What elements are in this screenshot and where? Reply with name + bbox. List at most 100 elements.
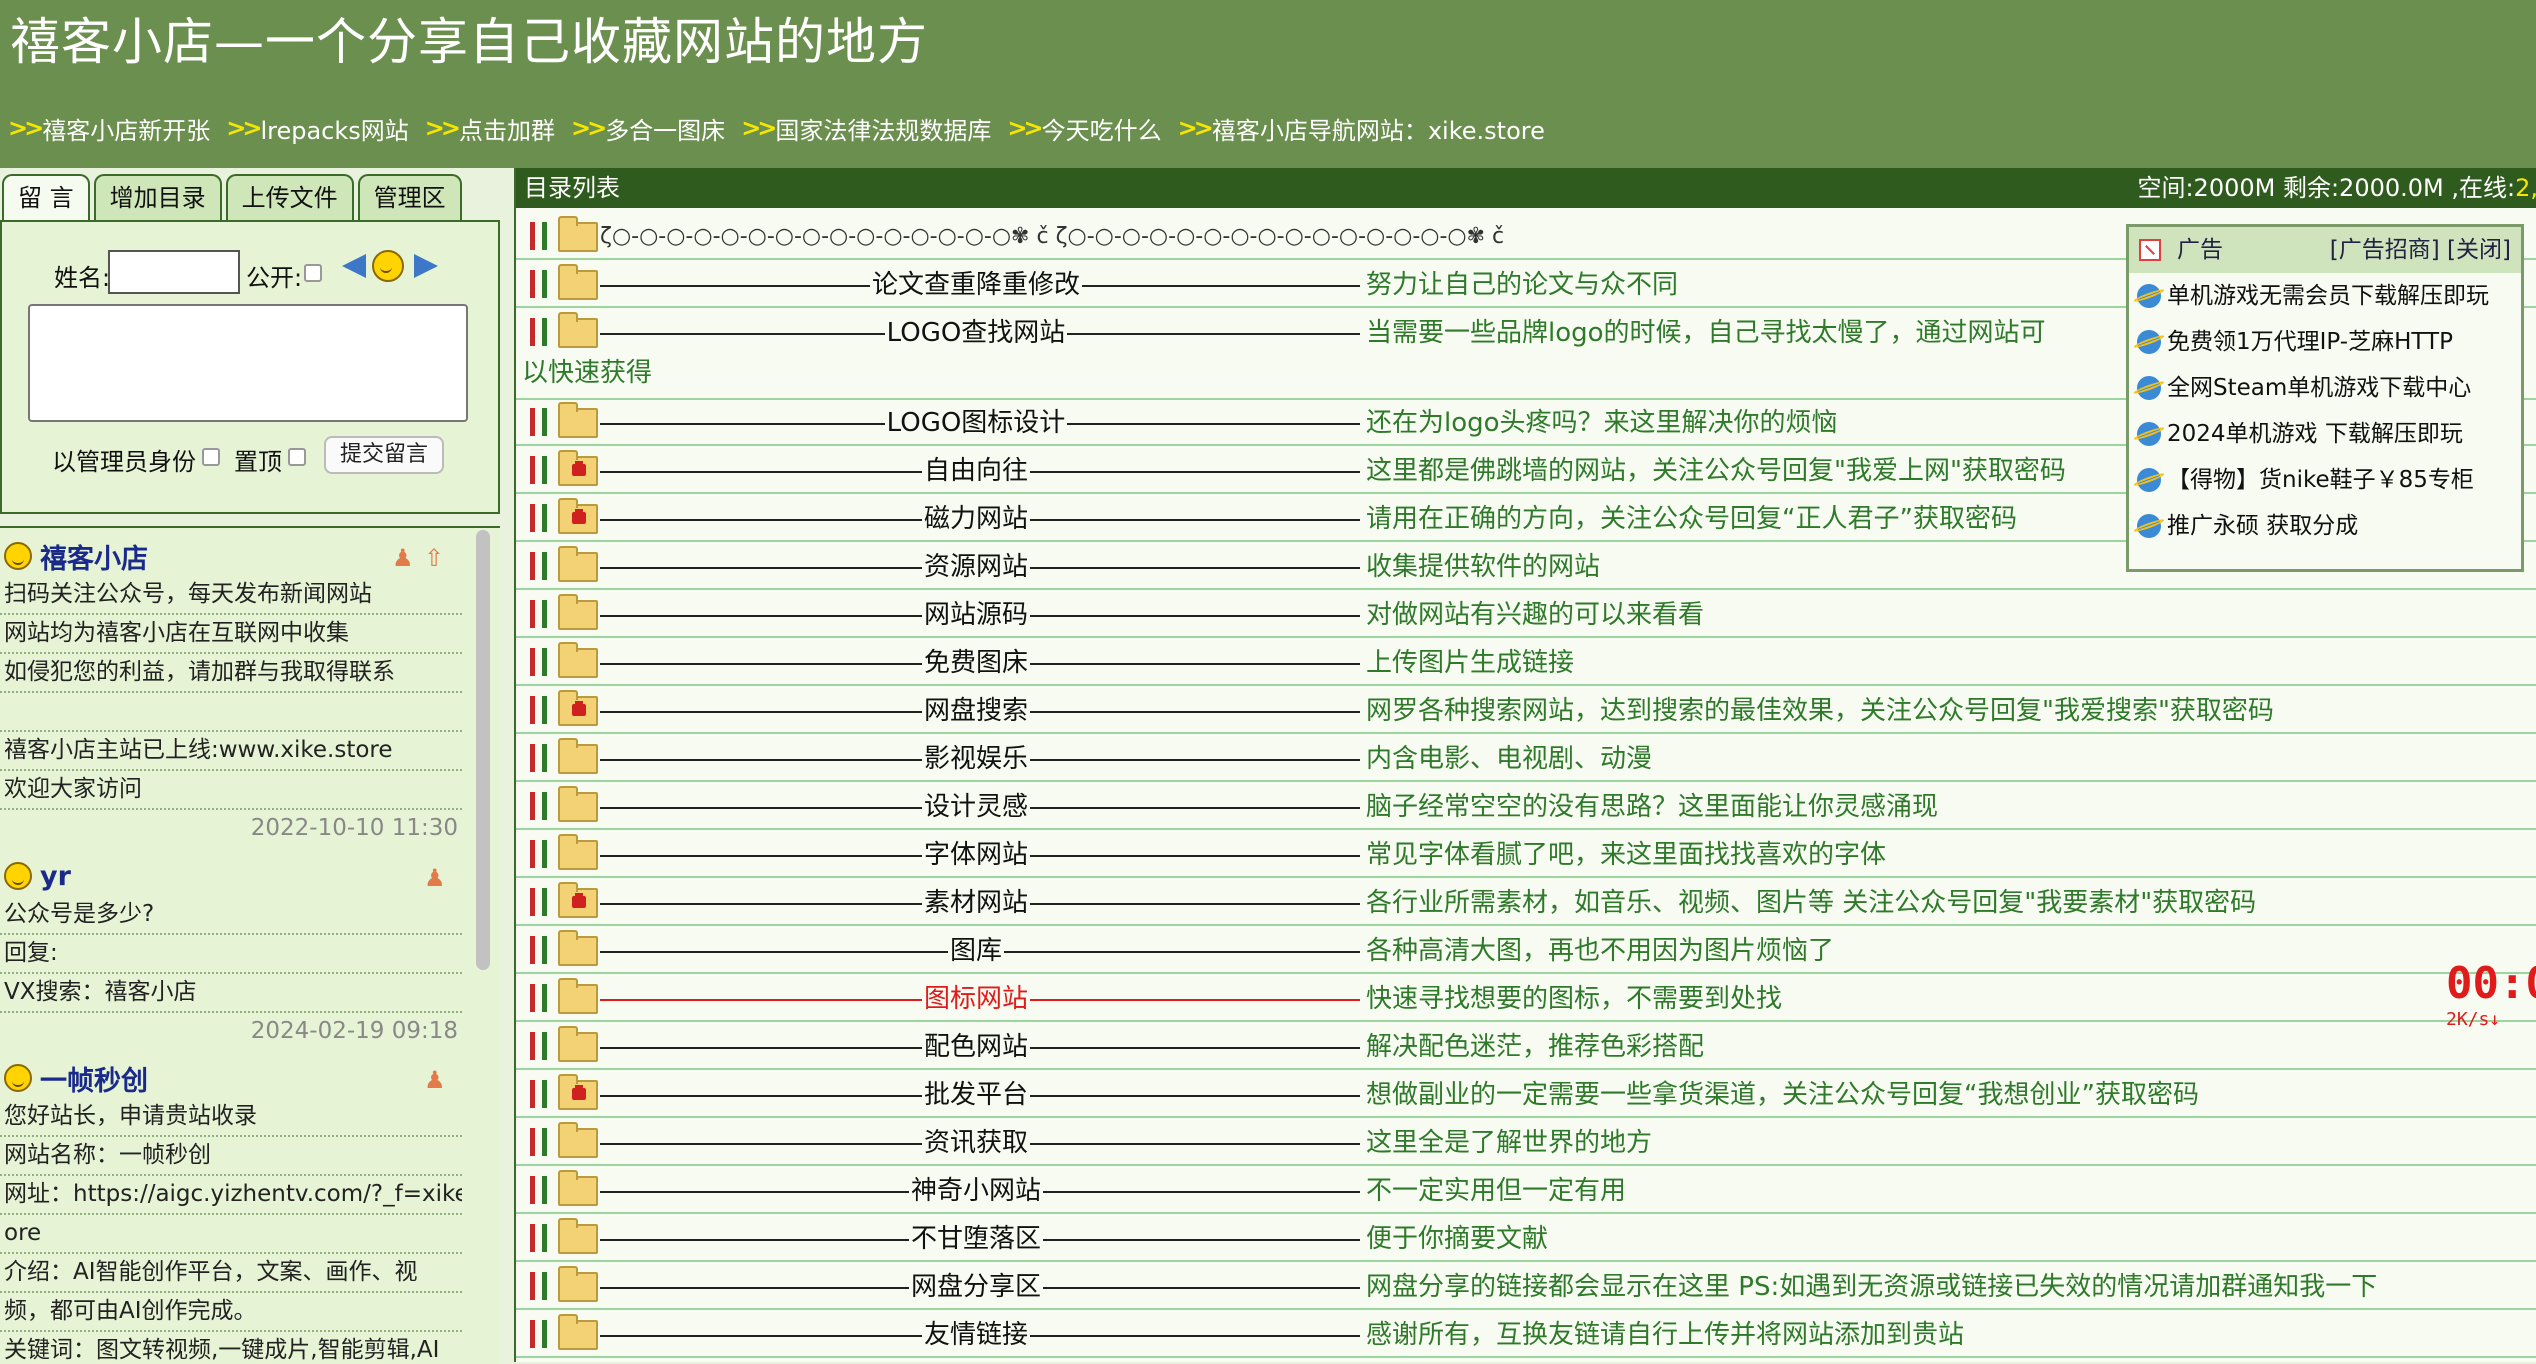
folder-icon[interactable] <box>558 978 598 1014</box>
folder-icon[interactable] <box>558 402 598 438</box>
prev-arrow-icon[interactable] <box>340 252 368 280</box>
sort-arrows-icon[interactable] <box>524 316 556 348</box>
folder-icon[interactable] <box>558 594 598 630</box>
directory-row[interactable]: 不甘堕落区 便于你摘要文献 <box>516 1216 2536 1262</box>
directory-row[interactable]: 素材网站 各行业所需素材，如音乐、视频、图片等 关注公众号回复"我要素材"获取密码 <box>516 880 2536 926</box>
folder-icon[interactable] <box>558 930 598 966</box>
directory-row[interactable]: 批发平台 想做副业的一定需要一些拿货渠道，关注公众号回复“我想创业”获取密码 <box>516 1072 2536 1118</box>
nav-link-image-host[interactable]: >> 多合一图床 <box>571 111 725 146</box>
directory-link[interactable]: 资源网站 <box>726 544 1226 588</box>
directory-link[interactable]: 友情链接 <box>726 1312 1226 1356</box>
folder-icon[interactable] <box>558 1218 598 1254</box>
folder-icon[interactable] <box>558 216 598 252</box>
user-icon[interactable]: ♟ <box>424 1066 446 1094</box>
folder-icon[interactable] <box>558 1026 598 1062</box>
directory-row[interactable]: 配色网站 解决配色迷茫，推荐色彩搭配 <box>516 1024 2536 1070</box>
sort-arrows-icon[interactable] <box>524 934 556 966</box>
user-icon[interactable]: ♟ <box>392 544 414 572</box>
nav-link-join-group[interactable]: >> 点击加群 <box>425 111 555 146</box>
nav-link-law-db[interactable]: >> 国家法律法规数据库 <box>741 111 991 146</box>
sort-arrows-icon[interactable] <box>524 406 556 438</box>
directory-row[interactable]: 资讯获取 这里全是了解世界的地方 <box>516 1120 2536 1166</box>
directory-link[interactable]: 配色网站 <box>726 1024 1226 1068</box>
directory-link[interactable]: 网盘搜索 <box>726 688 1226 732</box>
next-arrow-icon[interactable] <box>412 252 440 280</box>
message-scrollbar[interactable] <box>476 530 490 970</box>
sort-arrows-icon[interactable] <box>524 1078 556 1110</box>
nav-link-nav-site[interactable]: >> 禧客小店导航网站：xike.store <box>1178 111 1545 146</box>
locked-folder-icon[interactable] <box>558 498 598 534</box>
locked-folder-icon[interactable] <box>558 690 598 726</box>
directory-row[interactable]: 免费图床 上传图片生成链接 <box>516 640 2536 686</box>
nav-link-lrepacks[interactable]: >> lrepacks网站 <box>226 111 409 146</box>
directory-link[interactable]: 论文查重降重修改 <box>726 262 1226 306</box>
pin-top-checkbox[interactable] <box>288 448 306 466</box>
folder-icon[interactable] <box>558 1266 598 1302</box>
sort-arrows-icon[interactable] <box>524 886 556 918</box>
folder-icon[interactable] <box>558 312 598 348</box>
directory-link[interactable]: 网盘分享区 <box>726 1264 1226 1308</box>
sort-arrows-icon[interactable] <box>524 454 556 486</box>
sort-arrows-icon[interactable] <box>524 742 556 774</box>
as-admin-checkbox[interactable] <box>202 448 220 466</box>
directory-link[interactable]: LOGO图标设计 <box>726 400 1226 444</box>
nav-link-what-to-eat[interactable]: >> 今天吃什么 <box>1007 111 1161 146</box>
directory-link[interactable]: 网站源码 <box>726 592 1226 636</box>
tab-admin[interactable]: 管理区 <box>357 174 462 220</box>
directory-row[interactable]: 设计灵感 脑子经常空空的没有思路？这里面能让你灵感涌现 <box>516 784 2536 830</box>
directory-row[interactable]: 图标网站 快速寻找想要的图标，不需要到处找 <box>516 976 2536 1022</box>
sort-arrows-icon[interactable] <box>524 1174 556 1206</box>
folder-icon[interactable] <box>558 834 598 870</box>
directory-link[interactable]: 设计灵感 <box>726 784 1226 828</box>
ad-link[interactable]: 【得物】货nike鞋子￥85专柜 <box>2129 457 2521 503</box>
sort-arrows-icon[interactable] <box>524 982 556 1014</box>
ad-link[interactable]: 全网Steam单机游戏下载中心 <box>2129 365 2521 411</box>
folder-icon[interactable] <box>558 264 598 300</box>
locked-folder-icon[interactable] <box>558 1074 598 1110</box>
directory-link[interactable]: LOGO查找网站 <box>726 310 1226 354</box>
tab-guestbook[interactable]: 留 言 <box>2 174 90 220</box>
sort-arrows-icon[interactable] <box>524 1126 556 1158</box>
sort-arrows-icon[interactable] <box>524 694 556 726</box>
directory-link[interactable]: 图标网站 <box>726 976 1226 1020</box>
directory-link[interactable]: 免费图床 <box>726 640 1226 684</box>
folder-icon[interactable] <box>558 1170 598 1206</box>
directory-link[interactable]: 资讯获取 <box>726 1120 1226 1164</box>
tab-add-directory[interactable]: 增加目录 <box>93 174 222 220</box>
ad-close-icon[interactable] <box>2139 239 2161 261</box>
folder-icon[interactable] <box>558 738 598 774</box>
directory-link[interactable]: 字体网站 <box>726 832 1226 876</box>
folder-icon[interactable] <box>558 786 598 822</box>
user-icon[interactable]: ♟ <box>424 864 446 892</box>
sort-arrows-icon[interactable] <box>524 598 556 630</box>
sort-arrows-icon[interactable] <box>524 1222 556 1254</box>
directory-row[interactable]: 神奇小网站 不一定实用但一定有用 <box>516 1168 2536 1214</box>
sort-arrows-icon[interactable] <box>524 838 556 870</box>
folder-icon[interactable] <box>558 642 598 678</box>
sort-arrows-icon[interactable] <box>524 1318 556 1350</box>
folder-icon[interactable] <box>558 1122 598 1158</box>
sort-arrows-icon[interactable] <box>524 646 556 678</box>
ad-link[interactable]: 推广永硕 获取分成 <box>2129 503 2521 549</box>
sort-arrows-icon[interactable] <box>524 1030 556 1062</box>
sort-arrows-icon[interactable] <box>524 220 556 252</box>
directory-link[interactable]: 批发平台 <box>726 1072 1226 1116</box>
emoji-icon[interactable] <box>372 250 404 282</box>
directory-link[interactable]: 图库 <box>726 928 1226 972</box>
directory-link[interactable]: 不甘堕落区 <box>726 1216 1226 1260</box>
directory-row[interactable]: 网站源码 对做网站有兴趣的可以来看看 <box>516 592 2536 638</box>
name-input[interactable] <box>108 250 240 294</box>
directory-row[interactable]: 图库 各种高清大图，再也不用因为图片烦恼了 <box>516 928 2536 974</box>
directory-link[interactable]: 影视娱乐 <box>726 736 1226 780</box>
sort-arrows-icon[interactable] <box>524 268 556 300</box>
folder-icon[interactable] <box>558 1314 598 1350</box>
directory-link[interactable]: 磁力网站 <box>726 496 1226 540</box>
directory-row[interactable]: 网盘搜索 网罗各种搜索网站，达到搜索的最佳效果，关注公众号回复"我爱搜索"获取密码 <box>516 688 2536 734</box>
directory-link[interactable]: 素材网站 <box>726 880 1226 924</box>
tab-upload-file[interactable]: 上传文件 <box>225 174 354 220</box>
sort-arrows-icon[interactable] <box>524 1270 556 1302</box>
sort-arrows-icon[interactable] <box>524 550 556 582</box>
message-textarea[interactable] <box>28 304 468 422</box>
locked-folder-icon[interactable] <box>558 450 598 486</box>
submit-message-button[interactable]: 提交留言 <box>324 436 444 474</box>
